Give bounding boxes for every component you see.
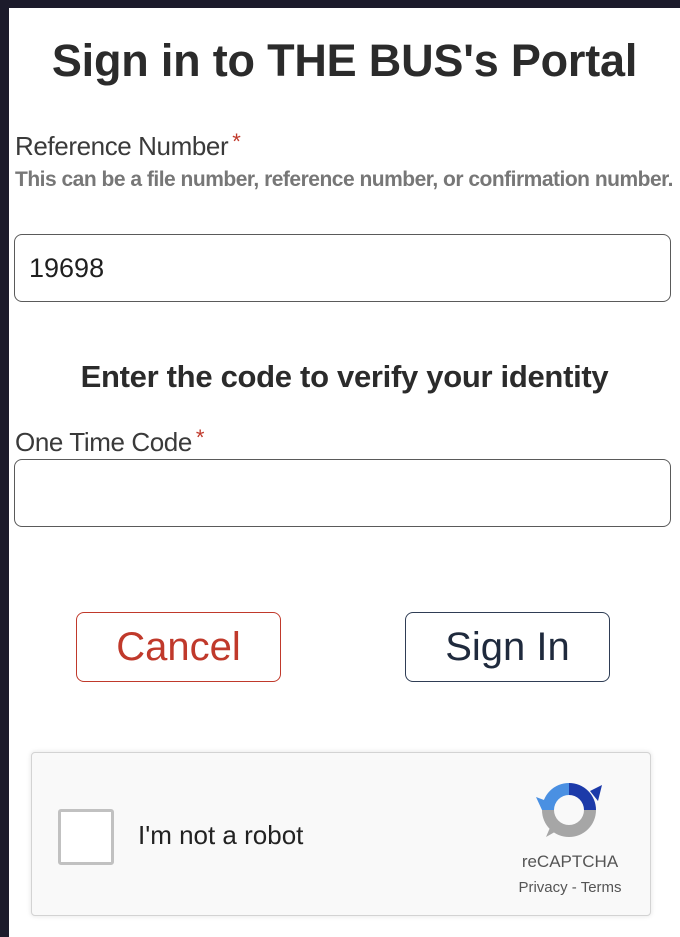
recaptcha-privacy-link[interactable]: Privacy — [518, 879, 567, 896]
reference-number-help-text: This can be a file number, reference num… — [15, 168, 674, 191]
recaptcha-checkbox-label: I'm not a robot — [138, 820, 304, 850]
recaptcha-brand: reCAPTCHA — [521, 852, 619, 871]
recaptcha-logo-icon — [536, 783, 602, 837]
verify-identity-heading: Enter the code to verify your identity — [80, 359, 609, 394]
sign-in-button[interactable]: Sign In — [405, 612, 610, 682]
recaptcha-checkbox[interactable] — [58, 809, 114, 865]
reference-number-label: Reference Number * — [15, 129, 241, 163]
one-time-code-label: One Time Code * — [15, 425, 205, 459]
recaptcha-links: Privacy - Terms — [494, 877, 646, 899]
required-marker: * — [195, 425, 205, 450]
page-title: Sign in to THE BUS's Portal — [51, 35, 638, 86]
required-marker: * — [232, 129, 241, 154]
sign-in-panel: Sign in to THE BUS's Portal Reference Nu… — [9, 8, 680, 937]
one-time-code-input[interactable] — [14, 459, 671, 527]
recaptcha-link-separator: - — [567, 879, 581, 896]
reference-number-input[interactable] — [14, 234, 671, 302]
cancel-button[interactable]: Cancel — [76, 612, 281, 682]
recaptcha-terms-link[interactable]: Terms — [581, 879, 622, 896]
one-time-code-label-text: One Time Code — [15, 427, 192, 457]
recaptcha-widget: I'm not a robot reCAPTCHA Privacy - Term… — [31, 752, 651, 916]
reference-number-label-text: Reference Number — [15, 131, 229, 161]
